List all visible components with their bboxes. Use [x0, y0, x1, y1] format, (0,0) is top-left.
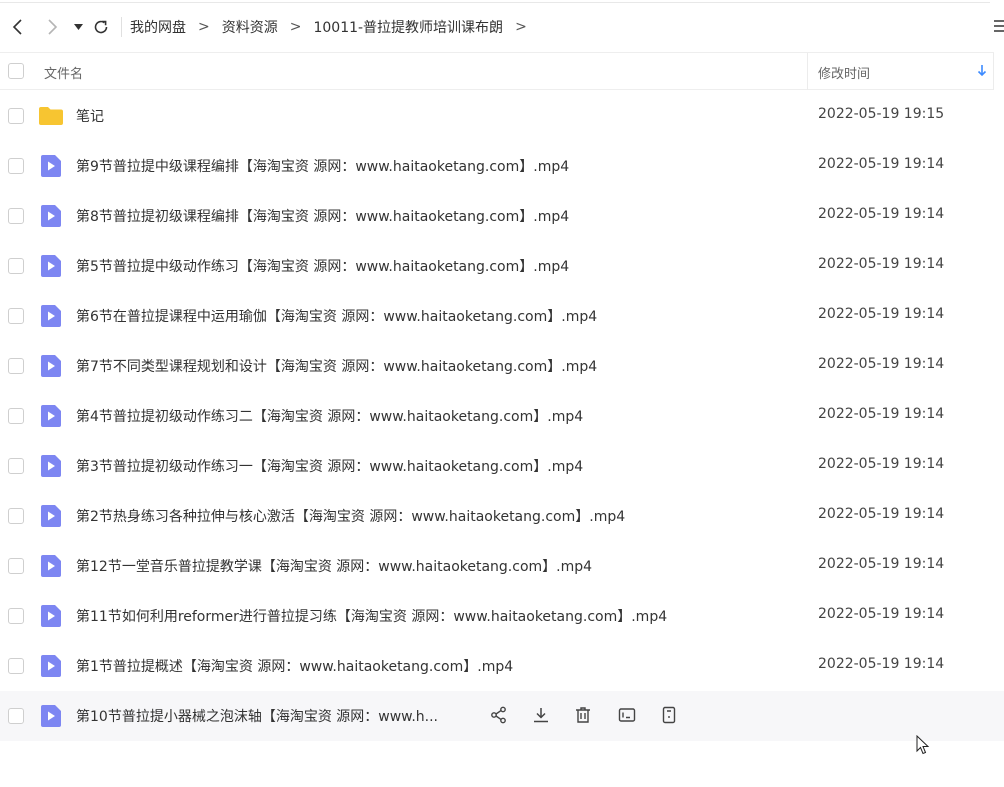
- video-file-icon: [40, 304, 62, 332]
- row-checkbox[interactable]: [8, 308, 24, 324]
- file-row[interactable]: 第12节一堂音乐普拉提教学课【海淘宝资 源网：www.haitaoketang.…: [0, 541, 994, 591]
- row-checkbox[interactable]: [8, 508, 24, 524]
- row-checkbox[interactable]: [8, 208, 24, 224]
- row-checkbox[interactable]: [8, 658, 24, 674]
- forward-button[interactable]: [35, 10, 69, 44]
- chevron-left-icon: [12, 19, 22, 35]
- file-row[interactable]: 第8节普拉提初级课程编排【海淘宝资 源网：www.haitaoketang.co…: [0, 191, 994, 241]
- more-icon[interactable]: [660, 706, 680, 726]
- video-file-icon: [40, 154, 62, 182]
- folder-icon: [38, 105, 64, 131]
- chevron-right-icon: [48, 19, 58, 35]
- breadcrumb-separator: >: [198, 19, 210, 35]
- file-row[interactable]: 第6节在普拉提课程中运用瑜伽【海淘宝资 源网：www.haitaoketang.…: [0, 291, 994, 341]
- file-list-header: 文件名 修改时间: [0, 52, 994, 90]
- column-divider: [993, 53, 994, 90]
- row-checkbox[interactable]: [8, 108, 24, 124]
- video-file-icon: [40, 704, 62, 732]
- file-row[interactable]: 第10节普拉提小器械之泡沫轴【海淘宝资 源网：www.h...: [0, 691, 1004, 741]
- mouse-cursor-icon: [916, 735, 930, 755]
- file-name[interactable]: 第8节普拉提初级课程编排【海淘宝资 源网：www.haitaoketang.co…: [76, 206, 569, 226]
- breadcrumb-item-current[interactable]: 10011-普拉提教师培训课布朗: [313, 17, 503, 37]
- file-row[interactable]: 第1节普拉提概述【海淘宝资 源网：www.haitaoketang.com】.m…: [0, 641, 994, 691]
- file-row[interactable]: 第7节不同类型课程规划和设计【海淘宝资 源网：www.haitaoketang.…: [0, 341, 994, 391]
- breadcrumb-item-resources[interactable]: 资料资源: [222, 17, 278, 37]
- row-checkbox[interactable]: [8, 458, 24, 474]
- share-icon[interactable]: [490, 706, 510, 726]
- file-row[interactable]: 第4节普拉提初级动作练习二【海淘宝资 源网：www.haitaoketang.c…: [0, 391, 994, 441]
- row-checkbox[interactable]: [8, 608, 24, 624]
- row-checkbox[interactable]: [8, 358, 24, 374]
- folder-row[interactable]: 笔记 2022-05-19 19:15: [0, 91, 994, 141]
- video-file-icon: [40, 404, 62, 432]
- file-name[interactable]: 第6节在普拉提课程中运用瑜伽【海淘宝资 源网：www.haitaoketang.…: [76, 306, 597, 326]
- video-file-icon: [40, 454, 62, 482]
- file-modified-time: 2022-05-19 19:14: [818, 156, 945, 172]
- file-list: 笔记 2022-05-19 19:15 第9节普拉提中级课程编排【海淘宝资 源网：w…: [0, 91, 1004, 741]
- file-row[interactable]: 第9节普拉提中级课程编排【海淘宝资 源网：www.haitaoketang.co…: [0, 141, 994, 191]
- navigation-bar: 我的网盘 > 资料资源 > 10011-普拉提教师培训课布朗 >: [0, 3, 1004, 51]
- column-divider[interactable]: [807, 53, 808, 90]
- breadcrumb-separator[interactable]: >: [515, 19, 527, 35]
- file-name[interactable]: 第2节热身练习各种拉伸与核心激活【海淘宝资 源网：www.haitaoketan…: [76, 506, 625, 526]
- file-name[interactable]: 笔记: [76, 106, 104, 126]
- file-row[interactable]: 第11节如何利用reformer进行普拉提习练【海淘宝资 源网：www.hait…: [0, 591, 994, 641]
- video-file-icon: [40, 204, 62, 232]
- file-name[interactable]: 第5节普拉提中级动作练习【海淘宝资 源网：www.haitaoketang.co…: [76, 256, 569, 276]
- file-name[interactable]: 第1节普拉提概述【海淘宝资 源网：www.haitaoketang.com】.m…: [76, 656, 513, 676]
- video-file-icon: [40, 354, 62, 382]
- file-modified-time: 2022-05-19 19:14: [818, 506, 945, 522]
- file-row[interactable]: 第3节普拉提初级动作练习一【海淘宝资 源网：www.haitaoketang.c…: [0, 441, 994, 491]
- row-checkbox[interactable]: [8, 558, 24, 574]
- row-checkbox[interactable]: [8, 158, 24, 174]
- video-file-icon: [40, 654, 62, 682]
- file-name[interactable]: 第12节一堂音乐普拉提教学课【海淘宝资 源网：www.haitaoketang.…: [76, 556, 592, 576]
- file-row[interactable]: 第5节普拉提中级动作练习【海淘宝资 源网：www.haitaoketang.co…: [0, 241, 994, 291]
- file-modified-time: 2022-05-19 19:14: [818, 606, 945, 622]
- file-modified-time: 2022-05-19 19:14: [818, 356, 945, 372]
- refresh-button[interactable]: [87, 10, 115, 44]
- file-name[interactable]: 第7节不同类型课程规划和设计【海淘宝资 源网：www.haitaoketang.…: [76, 356, 597, 376]
- video-file-icon: [40, 604, 62, 632]
- caret-down-icon: [73, 24, 83, 30]
- file-modified-time: 2022-05-19 19:14: [818, 306, 945, 322]
- file-name[interactable]: 第9节普拉提中级课程编排【海淘宝资 源网：www.haitaoketang.co…: [76, 156, 569, 176]
- video-file-icon: [40, 254, 62, 282]
- file-modified-time: 2022-05-19 19:14: [818, 456, 945, 472]
- file-modified-time: 2022-05-19 19:14: [818, 206, 945, 222]
- breadcrumb-item-root[interactable]: 我的网盘: [130, 17, 186, 37]
- list-menu-icon[interactable]: [990, 18, 1004, 34]
- file-name[interactable]: 第3节普拉提初级动作练习一【海淘宝资 源网：www.haitaoketang.c…: [76, 456, 583, 476]
- column-header-name[interactable]: 文件名: [44, 63, 83, 82]
- back-button[interactable]: [1, 10, 35, 44]
- rename-icon[interactable]: [618, 706, 638, 726]
- column-header-time[interactable]: 修改时间: [818, 63, 870, 82]
- breadcrumb: 我的网盘 > 资料资源 > 10011-普拉提教师培训课布朗 >: [130, 17, 539, 37]
- file-name[interactable]: 第10节普拉提小器械之泡沫轴【海淘宝资 源网：www.h...: [76, 706, 438, 726]
- video-file-icon: [40, 504, 62, 532]
- download-icon[interactable]: [532, 706, 552, 726]
- row-checkbox[interactable]: [8, 408, 24, 424]
- file-row[interactable]: 第2节热身练习各种拉伸与核心激活【海淘宝资 源网：www.haitaoketan…: [0, 491, 994, 541]
- file-modified-time: 2022-05-19 19:15: [818, 106, 945, 122]
- history-dropdown-button[interactable]: [69, 10, 87, 44]
- row-checkbox[interactable]: [8, 258, 24, 274]
- file-modified-time: 2022-05-19 19:14: [818, 256, 945, 272]
- file-modified-time: 2022-05-19 19:14: [818, 656, 945, 672]
- file-modified-time: 2022-05-19 19:14: [818, 556, 945, 572]
- file-name[interactable]: 第11节如何利用reformer进行普拉提习练【海淘宝资 源网：www.hait…: [76, 606, 667, 626]
- delete-icon[interactable]: [574, 706, 594, 726]
- video-file-icon: [40, 554, 62, 582]
- file-modified-time: 2022-05-19 19:14: [818, 406, 945, 422]
- nav-divider: [121, 17, 122, 37]
- refresh-icon: [94, 20, 108, 34]
- file-name[interactable]: 第4节普拉提初级动作练习二【海淘宝资 源网：www.haitaoketang.c…: [76, 406, 583, 426]
- row-checkbox[interactable]: [8, 708, 24, 724]
- breadcrumb-separator: >: [289, 19, 302, 35]
- select-all-checkbox[interactable]: [8, 63, 24, 79]
- sort-descending-icon[interactable]: [977, 65, 987, 77]
